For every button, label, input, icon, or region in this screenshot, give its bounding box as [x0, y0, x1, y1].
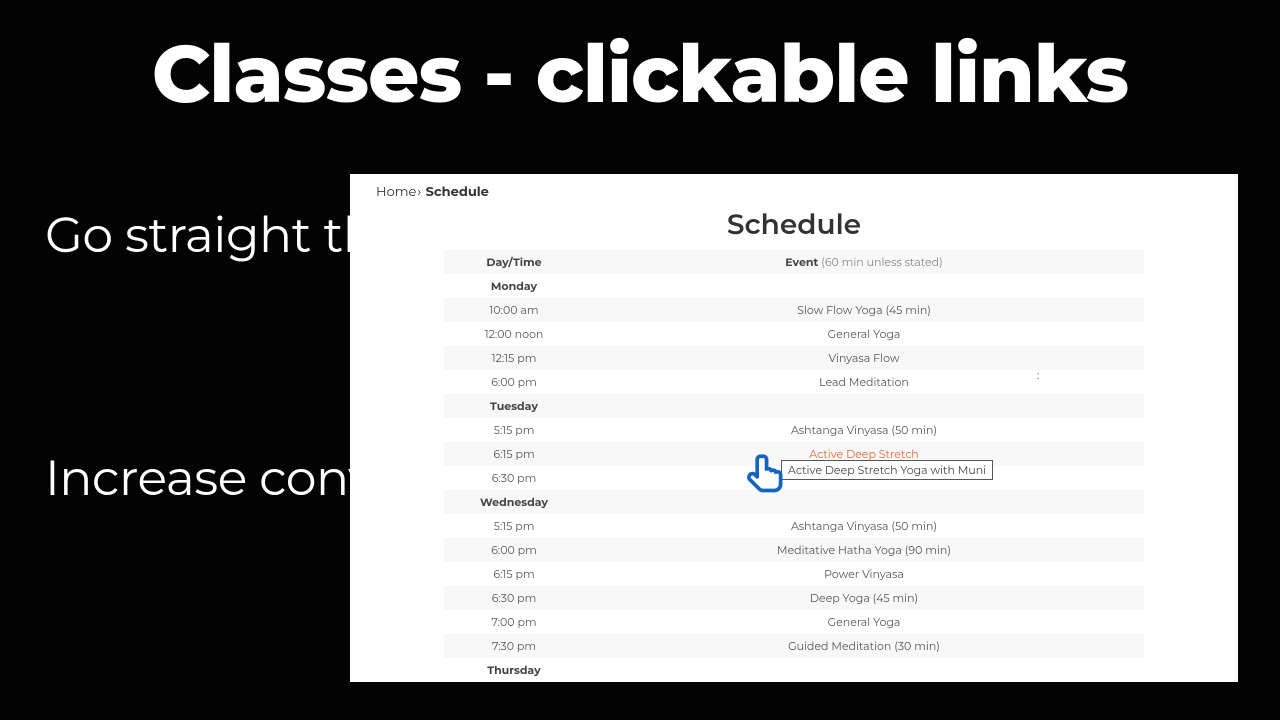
stray-colon: :: [1037, 368, 1039, 382]
event-cell: General Yoga: [584, 615, 1144, 629]
time-cell: 5:15 pm: [444, 519, 584, 533]
table-row: 10:00 amSlow Flow Yoga (45 min): [444, 298, 1144, 322]
time-cell: 6:30 pm: [444, 591, 584, 605]
table-row: 5:15 pmAshtanga Vinyasa (50 min): [444, 514, 1144, 538]
schedule-page: Home› Schedule Schedule Day/Time Event (…: [350, 174, 1238, 682]
table-row: 12:00 noonGeneral Yoga: [444, 322, 1144, 346]
breadcrumb-separator: ›: [417, 184, 421, 200]
hero-title: Classes - clickable links: [0, 26, 1280, 123]
day-label: Wednesday: [444, 495, 584, 509]
table-row: 7:30 pmGuided Meditation (30 min): [444, 634, 1144, 658]
table-row: 6:00 pmMeditative Hatha Yoga (90 min): [444, 538, 1144, 562]
event-cell: Ashtanga Vinyasa (50 min): [584, 423, 1144, 437]
table-row: Thursday: [444, 658, 1144, 682]
table-row: Monday: [444, 274, 1144, 298]
event-cell[interactable]: Active Deep Stretch: [584, 447, 1144, 461]
table-row: 7:00 pmGeneral Yoga: [444, 610, 1144, 634]
breadcrumb-home[interactable]: Home: [376, 184, 416, 200]
event-cell: Guided Meditation (30 min): [584, 639, 1144, 653]
event-cell: Power Vinyasa: [584, 567, 1144, 581]
time-cell: 6:00 pm: [444, 543, 584, 557]
day-label: Thursday: [444, 663, 584, 677]
time-cell: 6:00 pm: [444, 375, 584, 389]
event-cell: Ashtanga Vinyasa (50 min): [584, 519, 1144, 533]
event-cell: Meditative Hatha Yoga (90 min): [584, 543, 1144, 557]
pointer-cursor-icon: [740, 450, 790, 500]
time-cell: 6:15 pm: [444, 567, 584, 581]
table-header: Day/Time Event (60 min unless stated): [444, 250, 1144, 274]
class-link[interactable]: Active Deep Stretch: [809, 447, 919, 461]
table-row: 6:30 pmDeep Yoga (45 min): [444, 586, 1144, 610]
time-cell: 6:30 pm: [444, 471, 584, 485]
table-row: Wednesday: [444, 490, 1144, 514]
event-cell: Slow Flow Yoga (45 min): [584, 303, 1144, 317]
day-label: Monday: [444, 279, 584, 293]
day-label: Tuesday: [444, 399, 584, 413]
breadcrumb: Home› Schedule: [350, 174, 1238, 206]
event-cell: General Yoga: [584, 327, 1144, 341]
table-row: Tuesday: [444, 394, 1144, 418]
event-cell: Lead Meditation: [584, 375, 1144, 389]
time-cell: 12:15 pm: [444, 351, 584, 365]
header-event: Event (60 min unless stated): [584, 255, 1144, 269]
page-title: Schedule: [350, 206, 1238, 250]
table-row: 12:15 pmVinyasa Flow: [444, 346, 1144, 370]
time-cell: 12:00 noon: [444, 327, 584, 341]
time-cell: 6:15 pm: [444, 447, 584, 461]
table-row: 6:15 pmPower Vinyasa: [444, 562, 1144, 586]
time-cell: 7:00 pm: [444, 615, 584, 629]
link-tooltip: Active Deep Stretch Yoga with Muni: [781, 460, 993, 480]
table-row: 5:15 pmAshtanga Vinyasa (50 min): [444, 418, 1144, 442]
time-cell: 10:00 am: [444, 303, 584, 317]
header-daytime: Day/Time: [444, 255, 584, 269]
event-cell: Deep Yoga (45 min): [584, 591, 1144, 605]
time-cell: 5:15 pm: [444, 423, 584, 437]
breadcrumb-current: Schedule: [426, 184, 489, 200]
time-cell: 7:30 pm: [444, 639, 584, 653]
event-cell: Vinyasa Flow: [584, 351, 1144, 365]
